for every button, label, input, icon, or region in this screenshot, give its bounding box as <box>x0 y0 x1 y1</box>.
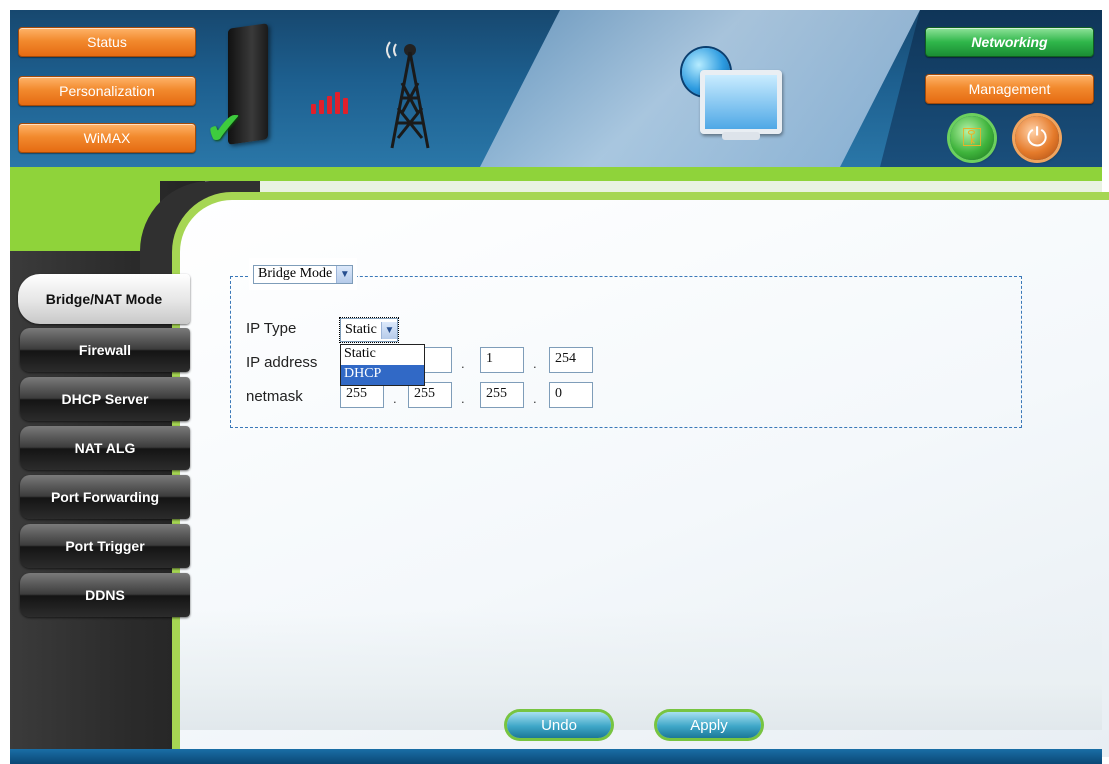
octet-separator: . <box>461 391 465 406</box>
nav-status[interactable]: Status <box>18 27 196 57</box>
mode-select[interactable]: Bridge Mode ▼ <box>253 264 354 284</box>
signal-strength-icon <box>311 92 348 114</box>
accent-strip <box>10 167 1102 181</box>
undo-button[interactable]: Undo <box>507 712 611 738</box>
monitor-icon <box>700 70 782 134</box>
ip-address-label: IP address <box>246 354 318 371</box>
power-icon[interactable]: ⏻ <box>1015 116 1059 160</box>
ip-type-option-dhcp[interactable]: DHCP <box>341 365 424 385</box>
ip-address-octet-4[interactable]: 254 <box>549 347 593 373</box>
netmask-octet-4[interactable]: 0 <box>549 382 593 408</box>
ip-type-dropdown-list: Static DHCP <box>340 344 425 386</box>
panel-swoosh <box>180 610 1102 730</box>
ip-type-select-value: Static <box>345 322 377 337</box>
check-icon: ✔ <box>205 102 244 154</box>
nav-wimax[interactable]: WiMAX <box>18 123 196 153</box>
ip-type-option-static[interactable]: Static <box>341 345 424 365</box>
octet-separator: . <box>533 391 537 406</box>
ip-address-octet-3[interactable]: 1 <box>480 347 524 373</box>
sidebar-item-nat-alg[interactable]: NAT ALG <box>20 426 190 470</box>
fieldset-legend: Bridge Mode ▼ <box>249 258 358 290</box>
sidebar-item-ddns[interactable]: DDNS <box>20 573 190 617</box>
ip-type-select[interactable]: Static ▼ <box>339 317 399 343</box>
netmask-octet-3[interactable]: 255 <box>480 382 524 408</box>
key-icon[interactable]: ⚿ <box>950 116 994 160</box>
ip-type-label: IP Type <box>246 320 297 337</box>
nav-personalization[interactable]: Personalization <box>18 76 196 106</box>
nav-management[interactable]: Management <box>925 74 1094 104</box>
sidebar-item-firewall[interactable]: Firewall <box>20 328 190 372</box>
sidebar-item-port-forwarding[interactable]: Port Forwarding <box>20 475 190 519</box>
netmask-label: netmask <box>246 388 303 405</box>
monitor-stand <box>722 132 760 140</box>
sidebar-top-accent <box>10 181 160 251</box>
sidebar-item-bridge-nat-mode[interactable]: Bridge/NAT Mode <box>18 274 190 324</box>
octet-separator: . <box>461 356 465 371</box>
mode-select-value: Bridge Mode <box>258 266 333 281</box>
octet-separator: . <box>393 391 397 406</box>
sidebar-item-port-trigger[interactable]: Port Trigger <box>20 524 190 568</box>
chevron-down-icon: ▼ <box>336 265 353 283</box>
chevron-down-icon: ▼ <box>380 321 397 339</box>
octet-separator: . <box>533 356 537 371</box>
apply-button[interactable]: Apply <box>657 712 761 738</box>
nav-networking[interactable]: Networking <box>925 27 1094 57</box>
cell-tower-icon <box>386 41 430 149</box>
footer-bar <box>10 749 1102 764</box>
router-admin-page: Status Personalization WiMAX Networking … <box>0 0 1109 764</box>
sidebar-item-dhcp-server[interactable]: DHCP Server <box>20 377 190 421</box>
